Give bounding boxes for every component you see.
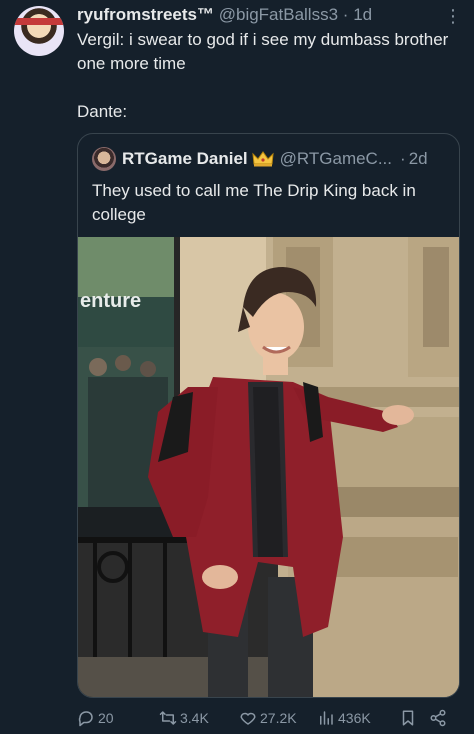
quoted-handle[interactable]: @RTGameC... xyxy=(280,149,392,169)
repost-button[interactable]: 3.4K xyxy=(159,706,209,730)
quoted-display-name[interactable]: RTGame Daniel xyxy=(122,149,248,169)
quoted-header: RTGame Daniel @RTGameC... · 2d xyxy=(92,147,449,171)
quoted-avatar[interactable] xyxy=(92,147,116,171)
repost-icon xyxy=(159,711,177,725)
heart-icon xyxy=(240,712,256,725)
share-button[interactable] xyxy=(429,706,450,730)
repost-count: 3.4K xyxy=(180,710,209,726)
views-icon xyxy=(320,711,333,725)
bookmark-icon xyxy=(402,710,414,726)
views-count: 436K xyxy=(338,710,371,726)
tweet-text-line: Vergil: i swear to god if i see my dumba… xyxy=(77,30,449,73)
quoted-tweet[interactable]: RTGame Daniel @RTGameC... · 2d They used… xyxy=(77,133,460,698)
views-button[interactable]: 436K xyxy=(317,706,371,730)
quoted-photo[interactable]: enture xyxy=(78,237,460,698)
like-count: 27.2K xyxy=(260,710,297,726)
reply-icon xyxy=(78,711,93,727)
crown-icon xyxy=(252,151,274,167)
quoted-timestamp[interactable]: 2d xyxy=(409,149,428,169)
reply-count: 20 xyxy=(98,710,114,726)
reply-button[interactable]: 20 xyxy=(77,706,114,730)
share-icon xyxy=(430,709,446,727)
author-handle[interactable]: @bigFatBallss3 xyxy=(219,5,338,24)
bookmark-button[interactable] xyxy=(399,706,420,730)
like-button[interactable]: 27.2K xyxy=(239,706,297,730)
quoted-text: They used to call me The Drip King back … xyxy=(92,181,416,224)
more-icon[interactable]: ⋮ xyxy=(444,6,462,27)
tweet-text-line: Dante: xyxy=(77,102,128,121)
tweet-timestamp[interactable]: 1d xyxy=(353,5,372,24)
tweet[interactable]: ryufromstreets™ @bigFatBallss3 · 1d ⋮ Ve… xyxy=(0,0,474,734)
separator-dot: · xyxy=(342,5,349,24)
author-avatar[interactable] xyxy=(14,6,64,56)
author-display-name[interactable]: ryufromstreets™ xyxy=(77,5,214,24)
tweet-text: Vergil: i swear to god if i see my dumba… xyxy=(77,28,457,124)
shop-sign-text: enture xyxy=(80,290,141,312)
separator-dot: · xyxy=(400,149,406,168)
tweet-header: ryufromstreets™ @bigFatBallss3 · 1d xyxy=(77,5,438,27)
action-bar: 20 3.4K 27.2K 436K xyxy=(77,706,462,730)
